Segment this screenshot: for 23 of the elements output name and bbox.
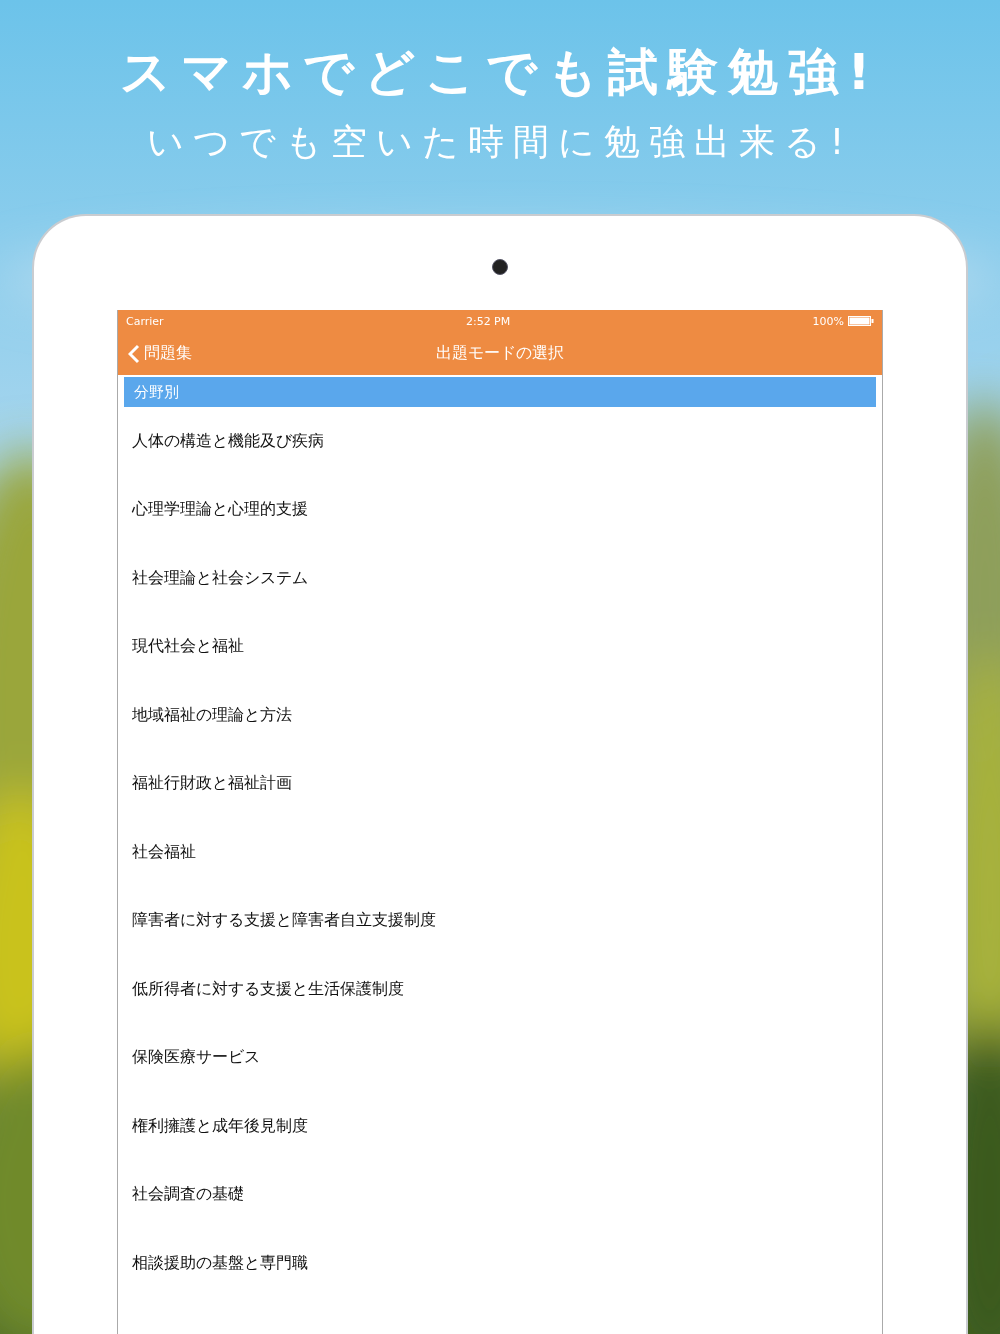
list-item[interactable]: 地域福祉の理論と方法 (118, 681, 882, 750)
section-header: 分野別 (124, 377, 876, 407)
list-item[interactable]: 社会調査の基礎 (118, 1160, 882, 1229)
list-item[interactable]: 人体の構造と機能及び疾病 (118, 407, 882, 476)
list-item[interactable]: 社会福祉 (118, 818, 882, 887)
list-item[interactable]: 心理学理論と心理的支援 (118, 475, 882, 544)
list-item[interactable]: 障害者に対する支援と障害者自立支援制度 (118, 886, 882, 955)
chevron-left-icon (128, 343, 140, 364)
list-item[interactable]: 低所得者に対する支援と生活保護制度 (118, 955, 882, 1024)
list-item[interactable]: 現代社会と福祉 (118, 612, 882, 681)
clock: 2:52 PM (465, 314, 511, 328)
nav-title: 出題モードの選択 (436, 343, 564, 364)
headline: スマホでどこでも試験勉強! (119, 42, 881, 103)
list-item[interactable]: 社会理論と社会システム (118, 544, 882, 613)
list-item[interactable]: 権利擁護と成年後見制度 (118, 1092, 882, 1161)
subheadline: いつでも空いた時間に勉強出来る! (146, 120, 854, 164)
carrier-label: Carrier (126, 314, 164, 328)
camera-icon (492, 259, 508, 275)
list-item[interactable]: 相談援助の基盤と専門職 (118, 1229, 882, 1298)
battery-percent: 100% (812, 314, 844, 328)
battery-icon (848, 316, 874, 326)
list-item[interactable]: 福祉行財政と福祉計画 (118, 749, 882, 818)
list-item[interactable]: 保険医療サービス (118, 1023, 882, 1092)
